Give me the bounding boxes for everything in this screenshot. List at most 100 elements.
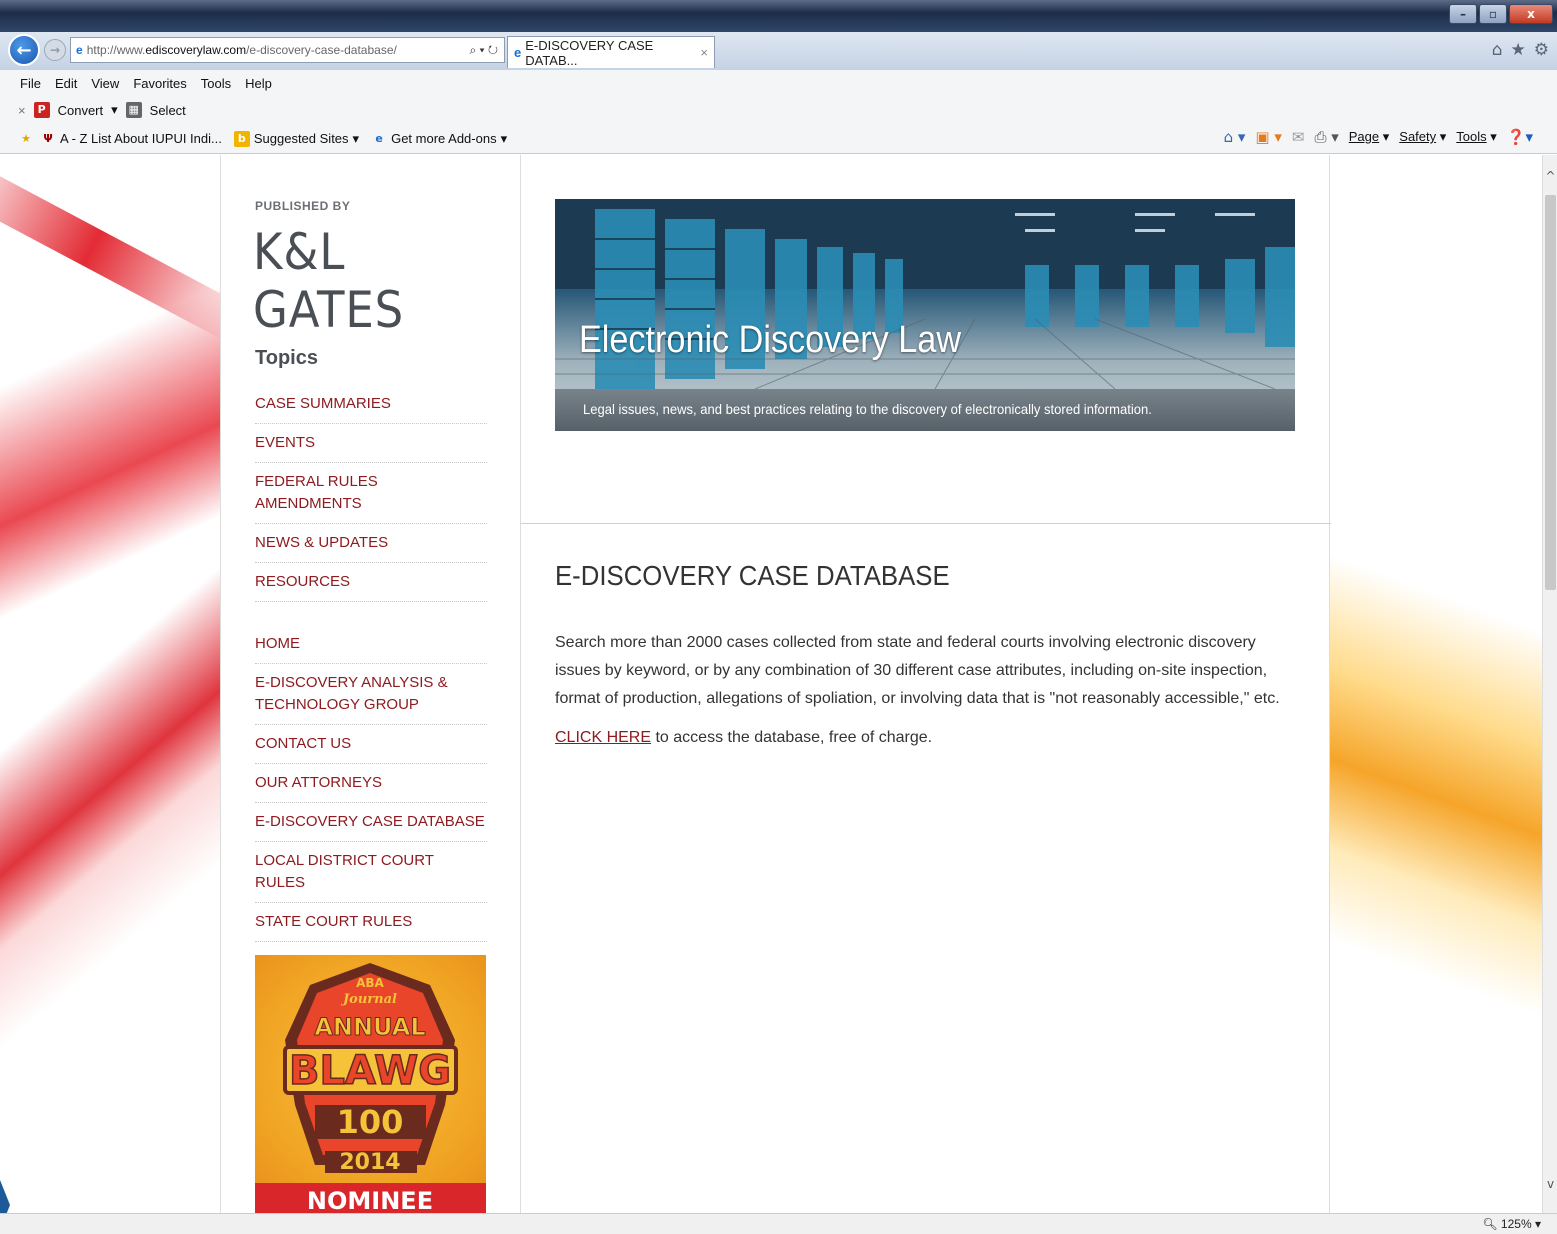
hero-title: Electronic Discovery Law (579, 319, 962, 361)
minimize-button[interactable]: – (1449, 4, 1477, 24)
fav-get-addons[interactable]: e Get more Add-ons ▾ (371, 131, 507, 147)
print-icon[interactable]: ⎙ ▾ (1314, 128, 1338, 146)
fav-suggested-sites[interactable]: b Suggested Sites ▾ (233, 130, 360, 147)
topic-resources[interactable]: RESOURCES (255, 563, 487, 602)
click-here-link[interactable]: CLICK HERE (555, 729, 651, 746)
browser-tab[interactable]: e E-DISCOVERY CASE DATAB... × (507, 36, 715, 68)
link-contact-us[interactable]: CONTACT US (255, 725, 487, 764)
badge-year-text: 2014 (339, 1150, 400, 1175)
tab-ie-icon: e (514, 45, 522, 60)
link-local-district-court-rules[interactable]: LOCAL DISTRICT COURT RULES (255, 842, 487, 903)
fav-suggested-label: Suggested Sites (253, 131, 349, 146)
chevron-down-icon: ▾ (352, 130, 360, 146)
menu-favorites[interactable]: Favorites (133, 76, 186, 91)
iu-trident-icon: Ψ (43, 131, 53, 145)
back-button[interactable]: ← (8, 34, 40, 66)
close-window-button[interactable]: x (1509, 4, 1553, 24)
help-icon[interactable]: ❓▾ (1507, 128, 1533, 146)
page-viewport: PUBLISHED BY K&L GATES Topics CASE SUMMA… (0, 155, 1542, 1213)
command-bar: × P Convert ▾ ▦ Select (0, 96, 1557, 124)
vertical-scrollbar[interactable]: ^ v (1542, 155, 1557, 1213)
menu-file[interactable]: File (20, 76, 41, 91)
mail-icon[interactable]: ✉ (1292, 128, 1305, 146)
ie-page-icon: e (76, 43, 83, 57)
zoom-dropdown-icon[interactable]: ▾ (1535, 1217, 1541, 1231)
badge-100-text: 100 (337, 1103, 404, 1141)
rss-feed-icon[interactable]: ▣ ▾ (1255, 128, 1281, 146)
home-cmd-icon[interactable]: ⌂ ▾ (1224, 128, 1246, 146)
link-our-attorneys[interactable]: OUR ATTORNEYS (255, 764, 487, 803)
restore-button[interactable]: ▫ (1479, 4, 1507, 24)
zoom-control[interactable]: 🔍︎ 125% ▾ (1482, 1217, 1541, 1231)
badge-annual-text: ANNUAL (314, 1013, 425, 1041)
menu-help[interactable]: Help (245, 76, 272, 91)
search-refresh-icons[interactable]: ⌕ ▾ ↻ (469, 43, 498, 58)
url-text[interactable]: http://www.ediscoverylaw.com/e-discovery… (87, 43, 470, 57)
topics-list: CASE SUMMARIES EVENTS FEDERAL RULES AMEN… (255, 385, 487, 602)
address-bar[interactable]: e http://www.ediscoverylaw.com/e-discove… (70, 37, 505, 63)
select-icon: ▦ (125, 102, 142, 118)
forward-button[interactable]: → (44, 39, 66, 61)
home-icon[interactable]: ⌂ (1492, 40, 1503, 60)
zoom-level: 125% (1500, 1217, 1532, 1231)
favorites-star-icon[interactable]: ★ (1511, 40, 1526, 60)
menu-view[interactable]: View (91, 76, 119, 91)
menu-tools[interactable]: Tools (201, 76, 231, 91)
ie-addon-icon: e (375, 131, 383, 145)
chevron-down-icon: ▾ (500, 130, 508, 146)
window-controls: – ▫ x (1449, 4, 1553, 24)
tab-close-icon[interactable]: × (700, 45, 708, 60)
link-state-court-rules[interactable]: STATE COURT RULES (255, 903, 487, 942)
convert-button[interactable]: Convert (58, 103, 104, 118)
background-red-swirl (0, 155, 243, 1213)
status-bar: 🔍︎ 125% ▾ (0, 1213, 1557, 1234)
scroll-down-icon[interactable]: v (1543, 1177, 1557, 1191)
safety-menu[interactable]: Safety ▾ (1399, 129, 1446, 145)
hero-tagline: Legal issues, news, and best practices r… (583, 401, 1152, 417)
access-line-text: to access the database, free of charge. (651, 729, 933, 746)
sidebar: PUBLISHED BY K&L GATES Topics CASE SUMMA… (220, 155, 520, 1213)
tab-title: E-DISCOVERY CASE DATAB... (525, 37, 654, 68)
convert-pdf-icon: P (33, 102, 50, 118)
window-titlebar: – ▫ x (0, 0, 1557, 32)
menu-edit[interactable]: Edit (55, 76, 77, 91)
badge-blawg-text: BLAWG (289, 1048, 451, 1094)
scroll-up-icon[interactable]: ^ (1543, 169, 1557, 183)
link-home[interactable]: HOME (255, 625, 487, 664)
section-divider (521, 523, 1331, 524)
page-menu[interactable]: Page ▾ (1349, 129, 1390, 145)
topic-events[interactable]: EVENTS (255, 424, 487, 463)
link-case-database[interactable]: E-DISCOVERY CASE DATABASE (255, 803, 487, 842)
navigation-bar: ← → e http://www.ediscoverylaw.com/e-dis… (0, 32, 1557, 70)
browser-right-icons: ⌂ ★ ⚙ (1492, 40, 1549, 60)
access-line: CLICK HERE to access the database, free … (555, 729, 932, 747)
aba-blawg-100-badge[interactable]: ABA Journal ANNUAL BLAWG 100 2014 NOMINE… (255, 955, 486, 1213)
link-analysis-technology-group[interactable]: E-DISCOVERY ANALYSIS & TECHNOLOGY GROUP (255, 664, 487, 725)
fav-az-list-label: A - Z List About IUPUI Indi... (60, 131, 222, 146)
select-button[interactable]: Select (150, 103, 186, 118)
site-links-list: HOME E-DISCOVERY ANALYSIS & TECHNOLOGY G… (255, 625, 487, 942)
page-title: E-DISCOVERY CASE DATABASE (555, 560, 950, 591)
hero-banner: Electronic Discovery Law Legal issues, n… (555, 199, 1295, 431)
topic-federal-rules-amendments[interactable]: FEDERAL RULES AMENDMENTS (255, 463, 487, 524)
fav-az-list[interactable]: Ψ A - Z List About IUPUI Indi... (40, 131, 222, 147)
tools-menu[interactable]: Tools ▾ (1456, 129, 1497, 145)
favorites-add-icon[interactable]: ★ (18, 131, 34, 147)
scrollbar-thumb[interactable] (1545, 195, 1556, 590)
topics-heading: Topics (255, 347, 318, 369)
kl-gates-logo[interactable]: K&L GATES (253, 223, 493, 339)
background-orange-swirl (1330, 155, 1542, 1213)
published-by-label: PUBLISHED BY (255, 199, 351, 213)
topic-news-updates[interactable]: NEWS & UPDATES (255, 524, 487, 563)
convert-dropdown-icon[interactable]: ▾ (111, 102, 118, 118)
badge-nominee-text: NOMINEE (307, 1187, 433, 1213)
fav-addons-label: Get more Add-ons (391, 131, 497, 146)
settings-gear-icon[interactable]: ⚙ (1534, 40, 1549, 60)
badge-journal-text: Journal (340, 992, 397, 1007)
right-command-bar: ⌂ ▾ ▣ ▾ ✉ ⎙ ▾ Page ▾ Safety ▾ Tools ▾ ❓▾ (1224, 128, 1533, 146)
topic-case-summaries[interactable]: CASE SUMMARIES (255, 385, 487, 424)
main-content: Electronic Discovery Law Legal issues, n… (520, 155, 1331, 1213)
bing-icon: b (233, 130, 250, 147)
close-toolbar-icon[interactable]: × (18, 103, 26, 118)
intro-paragraph: Search more than 2000 cases collected fr… (555, 634, 1280, 707)
